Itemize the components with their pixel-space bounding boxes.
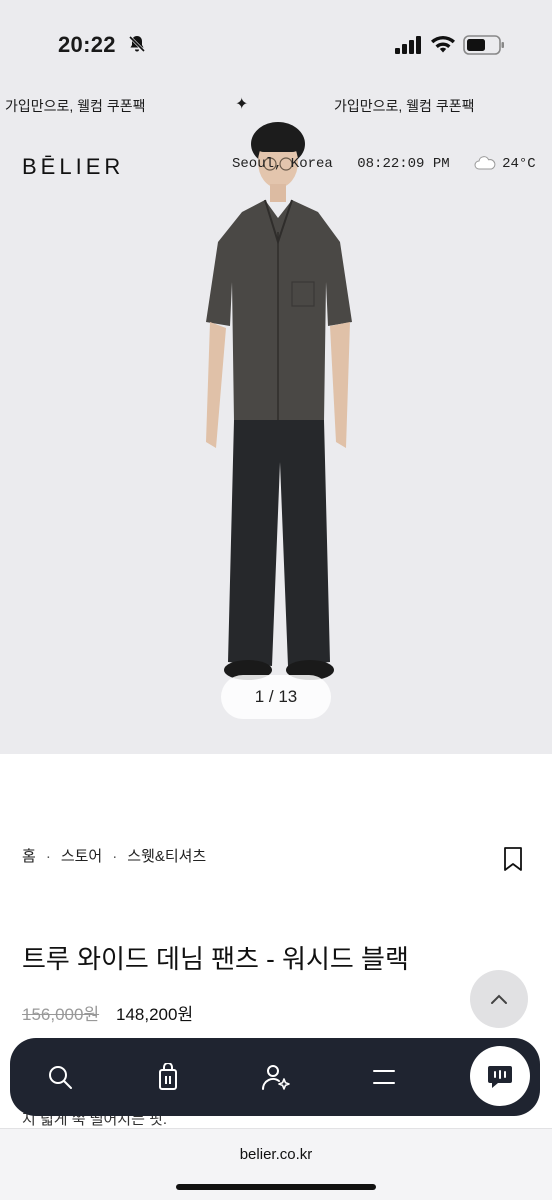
home-indicator[interactable] <box>176 1184 376 1190</box>
nav-menu-button[interactable] <box>349 1038 419 1116</box>
cellular-signal-icon <box>395 36 421 54</box>
browser-url-bar[interactable]: belier.co.kr <box>0 1128 552 1200</box>
status-bar: 20:22 <box>0 0 552 88</box>
breadcrumb-separator: · <box>45 848 51 865</box>
original-price: 156,000원 <box>22 1005 100 1024</box>
product-model-image <box>206 122 352 680</box>
product-image-carousel[interactable]: BĒLIER Seoul, Korea 08:22:09 PM 24°C 1 /… <box>0 122 552 754</box>
temperature-text: 24°C <box>502 156 536 172</box>
promo-text: 가입만으로, 웰컴 쿠폰팩 <box>5 98 146 114</box>
nav-cart-button[interactable] <box>133 1038 203 1116</box>
battery-icon <box>463 35 504 55</box>
image-counter: 1 / 13 <box>221 675 331 719</box>
sparkle-icon: ✦ <box>235 96 249 113</box>
bell-muted-icon <box>128 35 146 53</box>
scroll-to-top-button[interactable] <box>470 970 528 1028</box>
search-icon <box>49 1066 72 1089</box>
url-text[interactable]: belier.co.kr <box>0 1146 552 1163</box>
breadcrumb-item-store[interactable]: 스토어 <box>61 848 102 865</box>
shopping-bag-icon <box>159 1063 177 1090</box>
hamburger-menu-icon <box>373 1070 395 1084</box>
breadcrumb: 홈 · 스토어 · 스웻&티셔츠 <box>22 845 206 866</box>
nav-account-button[interactable] <box>241 1038 311 1116</box>
wifi-icon <box>431 35 455 53</box>
bottom-navigation-bar <box>10 1038 540 1116</box>
promo-text: 가입만으로, 웰컴 쿠폰팩 <box>334 98 475 114</box>
breadcrumb-item-category[interactable]: 스웻&티셔츠 <box>127 848 206 865</box>
user-sparkle-icon <box>262 1065 290 1090</box>
nav-search-button[interactable] <box>25 1038 95 1116</box>
brand-logo[interactable]: BĒLIER <box>22 154 124 180</box>
clock-text: 08:22:09 PM <box>357 156 450 172</box>
product-title: 트루 와이드 데님 팬츠 - 워시드 블랙 <box>22 944 409 974</box>
chevron-up-icon <box>491 994 507 1004</box>
breadcrumb-separator: · <box>112 848 118 865</box>
cloud-icon <box>474 156 496 170</box>
location-text: Seoul, Korea <box>232 156 333 172</box>
bookmark-icon[interactable] <box>502 846 524 872</box>
sale-price: 148,200원 <box>116 1005 194 1024</box>
breadcrumb-item-home[interactable]: 홈 <box>22 848 36 865</box>
chat-button[interactable] <box>470 1046 530 1106</box>
promo-banner[interactable]: 가입만으로, 웰컴 쿠폰팩 ✦ 가입만으로, 웰컴 쿠폰팩 <box>0 88 552 122</box>
chat-bubble-icon <box>488 1066 512 1088</box>
location-clock-weather: Seoul, Korea 08:22:09 PM 24°C <box>232 156 536 172</box>
status-time: 20:22 <box>58 32 116 57</box>
